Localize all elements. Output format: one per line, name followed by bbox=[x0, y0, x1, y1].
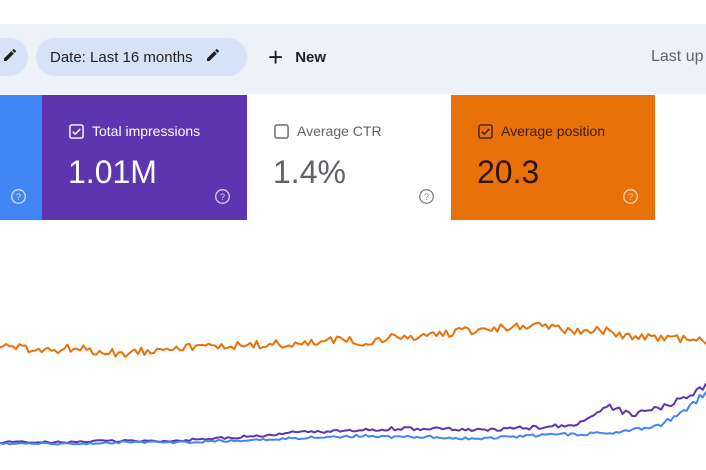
metric-cards: ? Total impressions 1.01M ? Average CTR … bbox=[0, 95, 706, 220]
top-strip bbox=[0, 0, 706, 24]
metric-label: Total impressions bbox=[92, 123, 201, 139]
new-filter-label: New bbox=[295, 48, 327, 66]
previous-filter-chip[interactable] bbox=[0, 38, 28, 76]
date-filter-chip[interactable]: Date: Last 16 months bbox=[36, 38, 247, 76]
checkbox-checked-icon[interactable] bbox=[69, 123, 84, 139]
plus-icon: + bbox=[268, 42, 284, 72]
metric-value: 1.01M bbox=[68, 154, 157, 190]
help-icon[interactable]: ? bbox=[418, 188, 435, 205]
help-icon[interactable]: ? bbox=[10, 188, 27, 205]
metric-card-impressions[interactable]: Total impressions 1.01M ? bbox=[42, 95, 247, 220]
chart-series-line bbox=[0, 383, 706, 445]
filter-bar: Date: Last 16 months + New Last up bbox=[0, 24, 706, 94]
svg-text:?: ? bbox=[424, 192, 429, 202]
svg-text:?: ? bbox=[16, 192, 21, 202]
svg-text:?: ? bbox=[220, 192, 225, 202]
new-filter-button[interactable]: + New bbox=[268, 38, 326, 76]
date-filter-label: Date: Last 16 months bbox=[50, 48, 193, 66]
metric-label: Average CTR bbox=[297, 123, 382, 139]
checkbox-unchecked-icon[interactable] bbox=[274, 123, 289, 139]
performance-chart bbox=[0, 321, 706, 446]
metric-value: 20.3 bbox=[477, 154, 540, 190]
metric-label: Average position bbox=[501, 123, 606, 139]
metric-card-clicks[interactable]: ? bbox=[0, 95, 42, 220]
pencil-icon[interactable] bbox=[2, 47, 18, 67]
help-icon[interactable]: ? bbox=[214, 188, 231, 205]
svg-text:?: ? bbox=[628, 192, 633, 202]
checkbox-checked-icon[interactable] bbox=[478, 123, 493, 139]
metric-card-ctr[interactable]: Average CTR 1.4% ? bbox=[247, 95, 451, 220]
chart-series-line bbox=[0, 391, 706, 446]
metric-card-position[interactable]: Average position 20.3 ? bbox=[451, 95, 655, 220]
pencil-icon[interactable] bbox=[205, 47, 221, 67]
chart-series-line bbox=[0, 321, 706, 358]
help-icon[interactable]: ? bbox=[622, 188, 639, 205]
metric-value: 1.4% bbox=[273, 154, 346, 190]
last-updated-text: Last up bbox=[651, 48, 704, 65]
